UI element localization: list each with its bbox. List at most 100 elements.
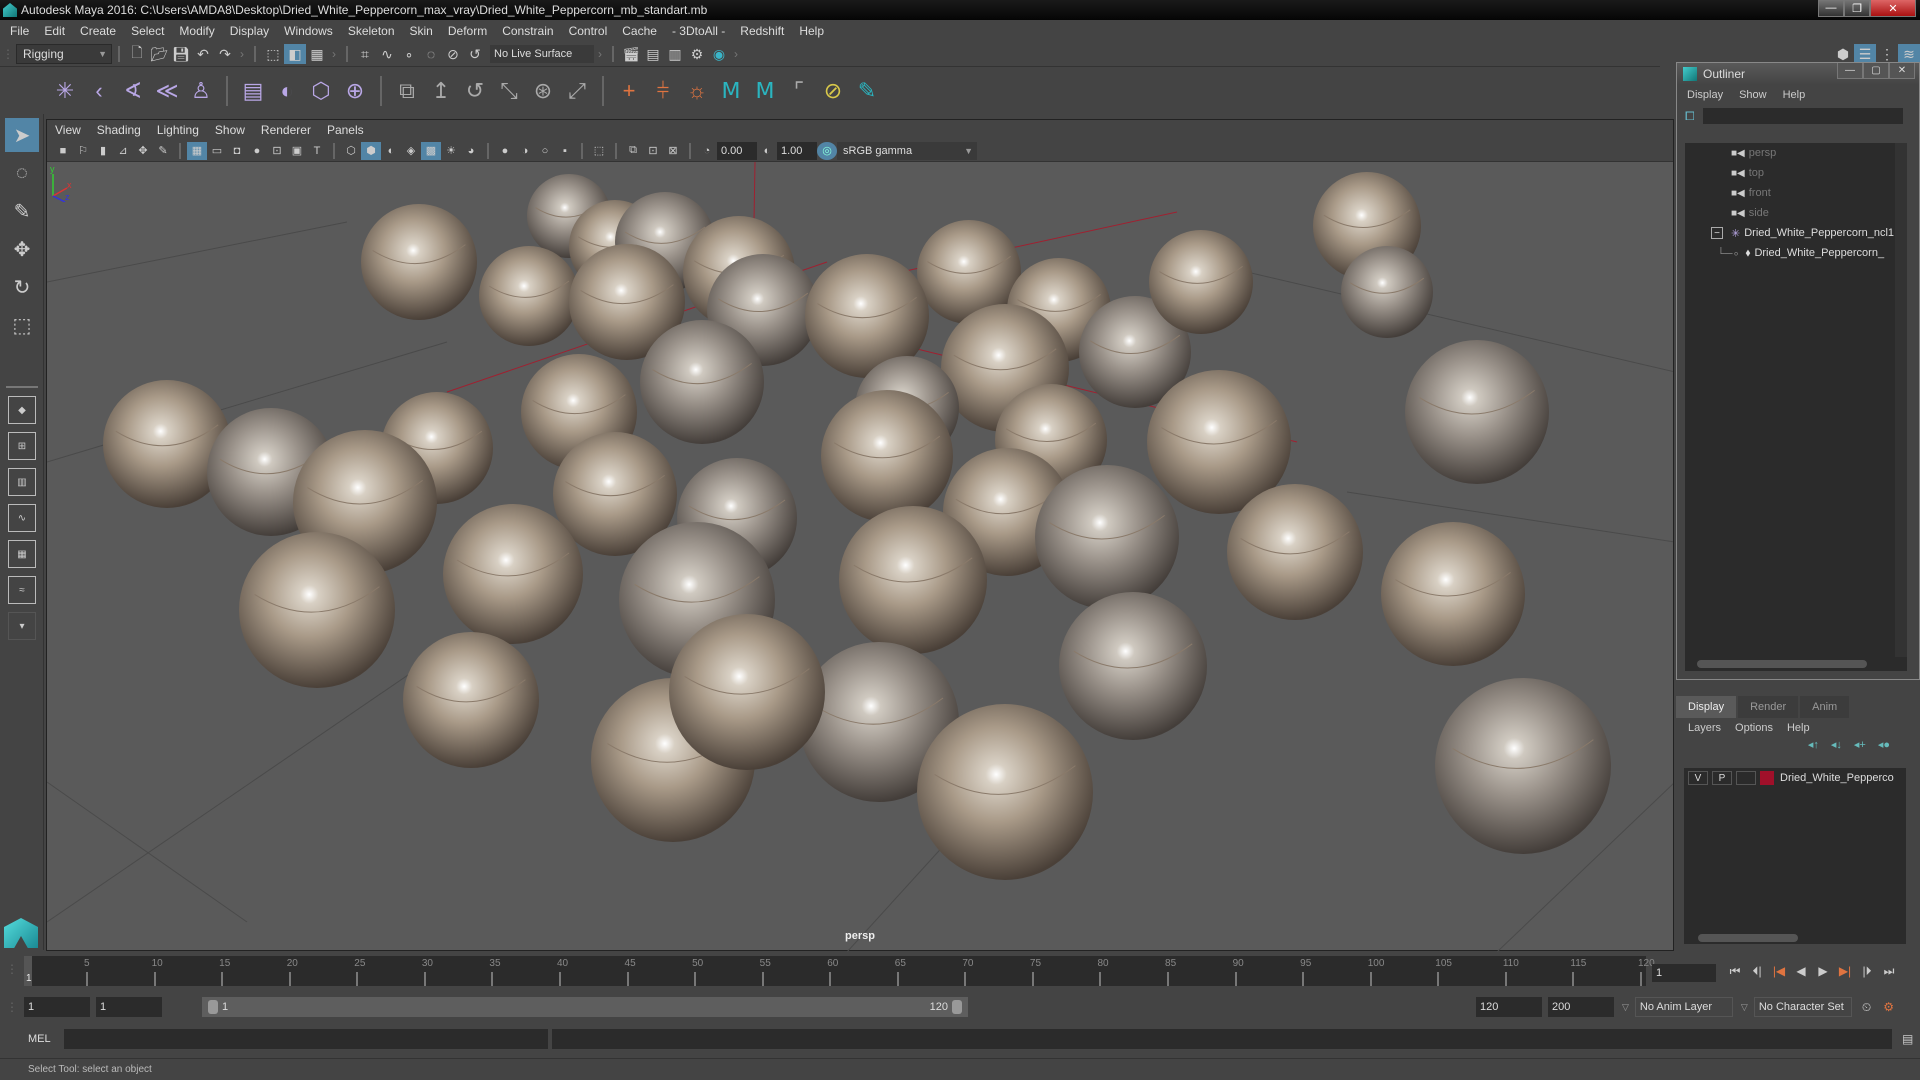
scroll-thumb[interactable] (1697, 660, 1867, 668)
layer-menu-options[interactable]: Options (1735, 722, 1773, 734)
drag-handle[interactable]: ⋮ (0, 47, 16, 61)
menu-3dtoall[interactable]: - 3DtoAll - (672, 24, 725, 38)
outliner-menu-help[interactable]: Help (1783, 89, 1806, 101)
modeling-toolkit-icon[interactable]: ⬢ (1832, 44, 1854, 64)
tab-display[interactable]: Display (1676, 696, 1737, 718)
gamma-field[interactable]: 1.00 (777, 141, 817, 160)
menu-file[interactable]: File (10, 24, 29, 38)
humanik-icon[interactable]: ♙ (184, 74, 218, 108)
render-view-icon[interactable]: 🎬︎ (620, 44, 642, 64)
menu-windows[interactable]: Windows (284, 24, 333, 38)
xray-joints-icon[interactable]: ⊡ (643, 142, 663, 160)
command-input[interactable] (64, 1029, 548, 1049)
layer-horizontal-scrollbar[interactable] (1684, 932, 1906, 944)
auto-key-icon[interactable]: ⏲ (1862, 1000, 1871, 1015)
menu-help[interactable]: Help (799, 24, 824, 38)
hypershade-icon[interactable]: ◉ (708, 44, 730, 64)
collapse-arrow[interactable]: › (734, 47, 738, 61)
xray-icon[interactable]: ⧉ (623, 142, 643, 160)
menu-cache[interactable]: Cache (622, 24, 657, 38)
timeline-ruler[interactable]: 1 5 10 15 20 25 30 35 40 45 50 55 60 65 70 75 80 85 90 95 1… (24, 956, 1655, 986)
exposure-icon[interactable]: ◔ (697, 142, 717, 160)
insert-joint-icon[interactable]: ≪ (150, 74, 184, 108)
menu-select[interactable]: Select (131, 24, 164, 38)
step-forward-frame-icon[interactable]: |⏵ (1858, 962, 1876, 980)
cluster-icon[interactable]: ⊕ (338, 74, 372, 108)
maya-m-icon[interactable]: Ⅿ (748, 74, 782, 108)
new-layer-icon[interactable]: ◂+ (1854, 738, 1866, 758)
motion-blur-icon[interactable]: ◑ (515, 142, 535, 160)
menu-skin[interactable]: Skin (410, 24, 433, 38)
layer-color-swatch[interactable] (1760, 771, 1774, 785)
scale-constraint-icon[interactable]: ⤡ (492, 74, 526, 108)
scroll-thumb[interactable] (1698, 934, 1798, 942)
peppercorn-mesh[interactable] (361, 204, 477, 320)
camera-icon[interactable]: ■ (53, 142, 73, 160)
tab-render[interactable]: Render (1738, 696, 1799, 718)
menu-modify[interactable]: Modify (179, 24, 214, 38)
pole-vector-icon[interactable]: ⤢ (560, 74, 594, 108)
peppercorn-mesh[interactable] (443, 504, 583, 644)
maya-m-icon[interactable]: Ⅿ (714, 74, 748, 108)
tool-settings-icon[interactable]: ⋮ (1876, 44, 1898, 64)
anim-layer-field[interactable]: No Anim Layer (1634, 997, 1733, 1017)
save-scene-icon[interactable]: 💾︎ (170, 44, 192, 64)
layer-menu-layers[interactable]: Layers (1688, 722, 1721, 734)
bookmark-icon[interactable]: ▮ (93, 142, 113, 160)
outliner-maximize-button[interactable]: ▢ (1863, 63, 1889, 79)
outliner-menu-show[interactable]: Show (1739, 89, 1767, 101)
viewport-menu-show[interactable]: Show (215, 123, 245, 137)
playback-end-field[interactable]: 120 (1476, 997, 1542, 1017)
four-view-layout-icon[interactable]: ⊞ (8, 432, 36, 460)
outliner-item-persp[interactable]: ■◀ persp (1685, 143, 1907, 163)
viewport-menu-renderer[interactable]: Renderer (261, 123, 311, 137)
outliner-item-group[interactable]: − ✳ Dried_White_Peppercorn_ncl1 (1685, 223, 1907, 243)
visibility-toggle[interactable]: V (1688, 771, 1708, 785)
grease-pencil-icon[interactable]: ✎ (153, 142, 173, 160)
outliner-title-bar[interactable]: Outliner — ▢ ✕ (1677, 63, 1919, 85)
single-perspective-layout-icon[interactable]: ◆ (8, 396, 36, 424)
menu-constrain[interactable]: Constrain (502, 24, 553, 38)
outliner-minimize-button[interactable]: — (1837, 63, 1863, 79)
rotate-tool-icon[interactable]: ↻ (5, 270, 39, 304)
ipr-render-icon[interactable]: ▥ (664, 44, 686, 64)
step-back-key-icon[interactable]: |◀ (1770, 962, 1788, 980)
play-forwards-icon[interactable]: ▶ (1814, 962, 1832, 980)
select-by-hierarchy-icon[interactable]: ⬚ (262, 44, 284, 64)
maximize-button[interactable]: ❐ (1844, 0, 1870, 17)
snap-live-icon[interactable]: ⊘ (442, 44, 464, 64)
viewport-menu-view[interactable]: View (55, 123, 81, 137)
viewport-panel[interactable]: View Shading Lighting Show Renderer Pane… (46, 119, 1674, 952)
tab-anim[interactable]: Anim (1800, 696, 1850, 718)
drag-handle[interactable]: ⋮ (6, 1000, 18, 1014)
script-editor-icon[interactable]: ▤ (1902, 1032, 1913, 1046)
persp-graph-hypershade-layout-icon[interactable]: ≈ (8, 576, 36, 604)
menu-create[interactable]: Create (80, 24, 116, 38)
select-by-component-icon[interactable]: ▦ (306, 44, 328, 64)
display-type-toggle[interactable] (1736, 771, 1756, 785)
peppercorn-mesh[interactable] (1035, 465, 1179, 609)
move-layer-down-icon[interactable]: ◂↓ (1831, 738, 1842, 758)
outliner-item-front[interactable]: ■◀ front (1685, 183, 1907, 203)
anti-aliasing-icon[interactable]: ○ (535, 142, 555, 160)
animation-preferences-icon[interactable]: ⚙ (1883, 1000, 1894, 1014)
peppercorn-mesh[interactable] (479, 246, 579, 346)
peppercorn-mesh[interactable] (1341, 246, 1433, 338)
outliner-menu-display[interactable]: Display (1687, 89, 1723, 101)
menu-skeleton[interactable]: Skeleton (348, 24, 395, 38)
move-layer-up-icon[interactable]: ◂↑ (1808, 738, 1819, 758)
layer-menu-help[interactable]: Help (1787, 722, 1810, 734)
range-start-handle[interactable] (208, 1000, 218, 1014)
safe-title-icon[interactable]: T (307, 142, 327, 160)
peppercorn-mesh[interactable] (669, 614, 825, 770)
range-end-handle[interactable] (952, 1000, 962, 1014)
film-gate-icon[interactable]: ▭ (207, 142, 227, 160)
outliner-close-button[interactable]: ✕ (1889, 63, 1915, 79)
peppercorn-mesh[interactable] (1435, 678, 1611, 854)
outliner-horizontal-scrollbar[interactable] (1685, 657, 1907, 671)
go-to-end-icon[interactable]: ⏭ (1880, 962, 1898, 980)
paint-select-icon[interactable]: ✎ (850, 74, 884, 108)
isolate-select-icon[interactable]: ⬚ (589, 142, 609, 160)
select-tool-icon[interactable]: ➤ (5, 118, 39, 152)
image-plane-icon[interactable]: ⊿ (113, 142, 133, 160)
